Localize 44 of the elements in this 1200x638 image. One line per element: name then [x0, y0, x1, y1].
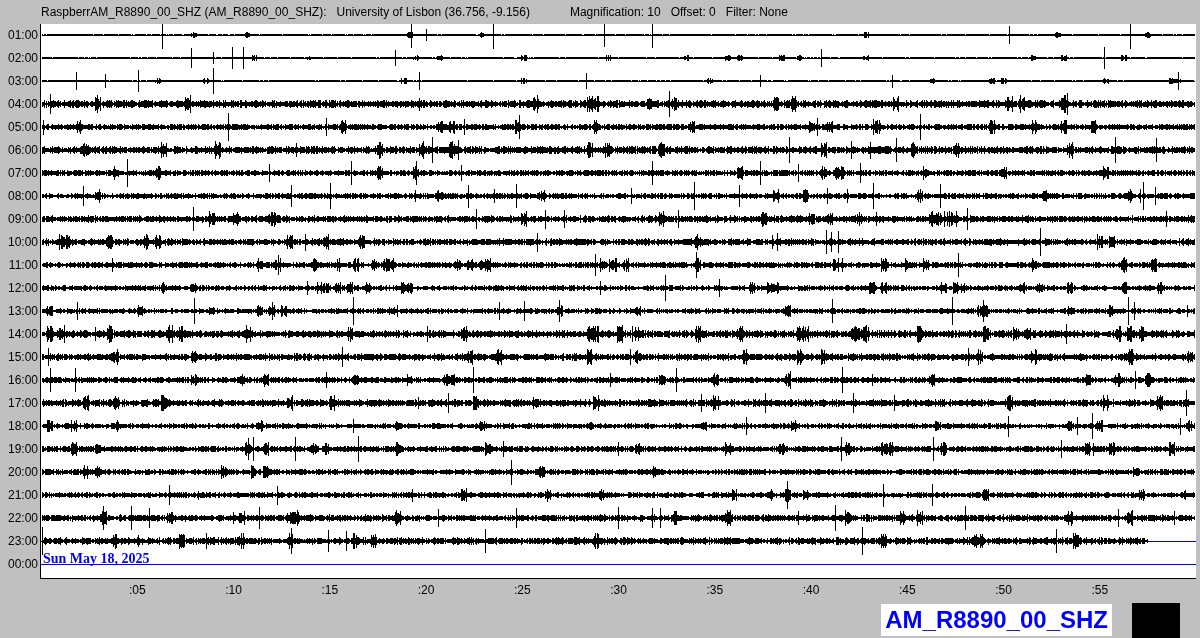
- minute-tick-label: :30: [610, 583, 627, 597]
- hour-label: 08:00: [6, 188, 39, 205]
- hour-label: 20:00: [6, 464, 39, 481]
- hour-label: 23:00: [6, 533, 39, 550]
- minute-tick-label: :20: [417, 583, 435, 597]
- indicator-square: [1132, 602, 1180, 638]
- minute-tick-label: :15: [321, 583, 339, 597]
- station-label: AM_R8890_00_SHZ: [881, 604, 1112, 636]
- offset-text: Offset: 0: [670, 5, 716, 19]
- hour-label: 06:00: [6, 142, 39, 159]
- minute-tick-label: :25: [513, 583, 531, 597]
- magnification-text: Magnification: 10: [569, 5, 661, 19]
- hour-label: 00:00: [6, 556, 39, 573]
- minute-tick-label: :55: [1091, 583, 1109, 597]
- location-text: University of Lisbon (36.756, -9.156): [336, 5, 530, 19]
- hour-label: 05:00: [6, 119, 39, 136]
- minute-tick-label: :50: [995, 583, 1012, 597]
- hour-label: 19:00: [6, 441, 39, 458]
- station-title: RaspberrAM_R8890_00_SHZ (AM_R8890_00_SHZ):: [41, 5, 327, 19]
- hour-label: 09:00: [6, 211, 39, 228]
- minute-tick-label: :10: [225, 583, 242, 597]
- hour-label: 21:00: [6, 487, 39, 504]
- hour-label: 01:00: [6, 27, 39, 44]
- minute-tick-label: :35: [706, 583, 724, 597]
- minute-tick-label: :45: [898, 583, 916, 597]
- filter-text: Filter: None: [725, 5, 788, 19]
- date-label: Sun May 18, 2025: [43, 551, 150, 567]
- hour-label: 15:00: [6, 349, 39, 366]
- minute-tick-label: :05: [128, 583, 146, 597]
- hour-label: 16:00: [6, 372, 39, 389]
- hour-label: 17:00: [6, 395, 39, 412]
- pending-trace-line: [1147, 541, 1196, 542]
- hour-label: 14:00: [6, 326, 39, 343]
- hour-label: 22:00: [6, 510, 39, 527]
- hour-label: 02:00: [6, 50, 39, 67]
- hour-label: 07:00: [6, 165, 39, 182]
- hour-label: 10:00: [6, 234, 39, 251]
- hour-label: 18:00: [6, 418, 39, 435]
- hour-label: 13:00: [6, 303, 39, 320]
- minute-tick-label: :40: [802, 583, 820, 597]
- hour-label: 12:00: [6, 280, 39, 297]
- hour-label: 03:00: [6, 73, 39, 90]
- hour-label: 04:00: [6, 96, 39, 113]
- hour-label: 11:00: [7, 257, 39, 274]
